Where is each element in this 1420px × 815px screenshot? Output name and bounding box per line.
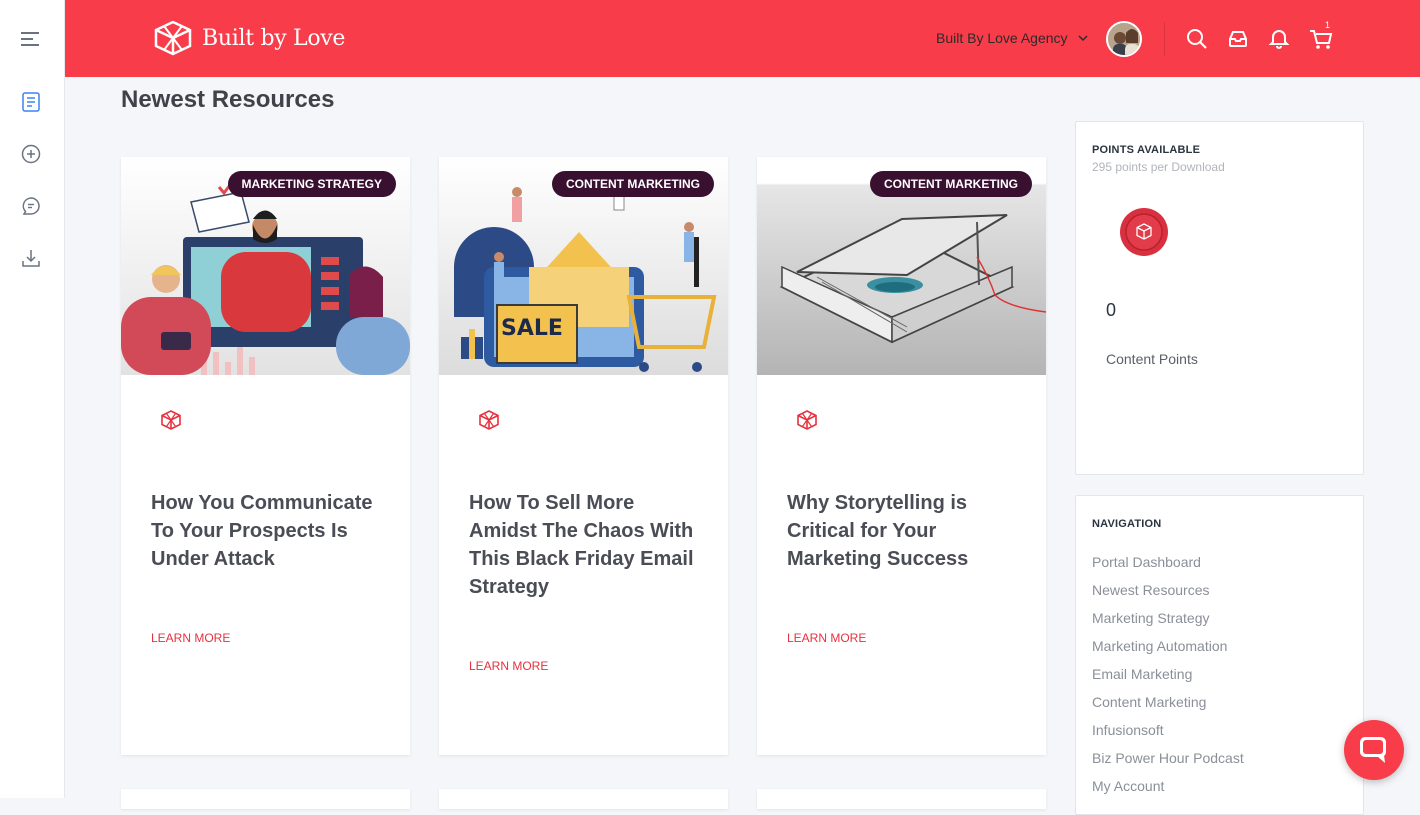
left-sidebar xyxy=(0,0,65,798)
nav-item-email-marketing[interactable]: Email Marketing xyxy=(1092,660,1244,688)
logo-icon xyxy=(154,20,192,56)
card-logo-icon xyxy=(795,409,819,433)
resources-icon[interactable] xyxy=(20,91,42,113)
menu-icon[interactable] xyxy=(20,28,42,50)
nav-item-marketing-strategy[interactable]: Marketing Strategy xyxy=(1092,604,1244,632)
nav-item-infusionsoft[interactable]: Infusionsoft xyxy=(1092,716,1244,744)
agency-selector[interactable]: Built By Love Agency xyxy=(936,30,1088,46)
chevron-down-icon xyxy=(1078,35,1088,42)
nav-item-newest-resources[interactable]: Newest Resources xyxy=(1092,576,1244,604)
cart-count-badge: 1 xyxy=(1325,20,1331,30)
nav-item-marketing-automation[interactable]: Marketing Automation xyxy=(1092,632,1244,660)
category-badge[interactable]: CONTENT MARKETING xyxy=(552,171,714,197)
resource-card-partial xyxy=(121,789,410,809)
add-icon[interactable] xyxy=(20,143,42,165)
learn-more-link[interactable]: LEARN MORE xyxy=(151,631,230,645)
brand-name: Built by Love xyxy=(202,25,346,51)
points-heading: POINTS AVAILABLE xyxy=(1092,144,1201,156)
card-logo-icon xyxy=(159,409,183,433)
user-avatar[interactable] xyxy=(1106,21,1142,57)
header-divider xyxy=(1164,22,1165,56)
nav-item-portal-dashboard[interactable]: Portal Dashboard xyxy=(1092,548,1244,576)
cart-icon[interactable] xyxy=(1309,28,1333,50)
agency-name: Built By Love Agency xyxy=(936,30,1068,46)
nav-item-content-marketing[interactable]: Content Marketing xyxy=(1092,688,1244,716)
card-logo-icon xyxy=(477,409,501,433)
category-badge[interactable]: MARKETING STRATEGY xyxy=(227,171,396,197)
inbox-icon[interactable] xyxy=(1227,28,1249,50)
learn-more-link[interactable]: LEARN MORE xyxy=(469,659,548,673)
navigation-panel: NAVIGATION Portal Dashboard Newest Resou… xyxy=(1075,495,1364,815)
navigation-list: Portal Dashboard Newest Resources Market… xyxy=(1092,548,1244,800)
card-title[interactable]: How You Communicate To Your Prospects Is… xyxy=(151,489,386,573)
points-subheading: 295 points per Download xyxy=(1092,160,1225,174)
resource-card[interactable]: CONTENT MARKETING Why Storytelling is Cr… xyxy=(757,157,1046,755)
chat-icon[interactable] xyxy=(20,195,42,217)
resource-card[interactable]: SALE CONTENT MARKETING How To Sell More … xyxy=(439,157,728,755)
brand-logo[interactable]: Built by Love xyxy=(152,20,345,56)
nav-item-podcast[interactable]: Biz Power Hour Podcast xyxy=(1092,744,1244,772)
resource-card[interactable]: MARKETING STRATEGY How You Communicate T… xyxy=(121,157,410,755)
points-seal-icon xyxy=(1118,206,1170,258)
svg-text:SALE: SALE xyxy=(501,316,563,341)
bell-icon[interactable] xyxy=(1268,28,1290,50)
learn-more-link[interactable]: LEARN MORE xyxy=(787,631,866,645)
resource-card-partial xyxy=(757,789,1046,809)
category-badge[interactable]: CONTENT MARKETING xyxy=(870,171,1032,197)
chat-bubble-icon xyxy=(1360,737,1386,763)
nav-item-my-account[interactable]: My Account xyxy=(1092,772,1244,800)
points-label: Content Points xyxy=(1106,351,1198,367)
points-value: 0 xyxy=(1106,300,1117,320)
resource-card-partial xyxy=(439,789,728,809)
download-icon[interactable] xyxy=(20,247,42,269)
chat-widget-button[interactable] xyxy=(1344,720,1404,780)
search-icon[interactable] xyxy=(1186,28,1208,50)
page-title: Newest Resources xyxy=(121,86,335,113)
top-bar: Built by Love Built By Love Agency 1 xyxy=(65,0,1420,77)
card-title[interactable]: Why Storytelling is Critical for Your Ma… xyxy=(787,489,1022,573)
navigation-heading: NAVIGATION xyxy=(1092,518,1162,530)
points-panel: POINTS AVAILABLE 295 points per Download… xyxy=(1075,121,1364,475)
card-title[interactable]: How To Sell More Amidst The Chaos With T… xyxy=(469,489,704,601)
